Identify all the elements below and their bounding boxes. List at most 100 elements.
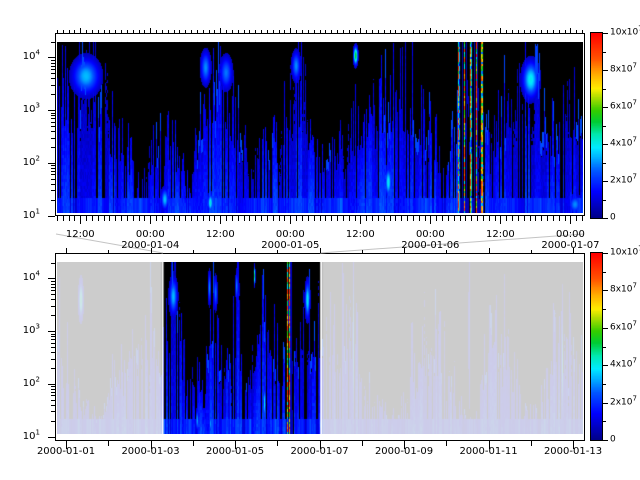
tick-mark	[115, 216, 116, 221]
tick-mark	[603, 440, 608, 441]
tick-mark	[553, 216, 554, 221]
colorbar-tick-label: 0	[610, 436, 616, 445]
tick-mark	[51, 411, 55, 412]
tick-mark	[66, 248, 67, 253]
y-tick-label: 102	[6, 158, 40, 168]
tick-mark	[108, 250, 109, 253]
x-tick-time-label: 00:00	[556, 229, 585, 240]
tick-mark	[51, 400, 55, 401]
tick-mark	[133, 30, 134, 33]
tick-mark	[232, 216, 233, 221]
tick-mark	[162, 30, 163, 33]
tick-mark	[57, 30, 58, 33]
x-tick-time-label: 00:00	[416, 229, 445, 240]
tick-mark	[51, 118, 55, 119]
x-tick-time-label: 00:00	[276, 229, 305, 240]
colorbar-bottom	[590, 252, 603, 441]
tick-mark	[51, 421, 55, 422]
tick-mark	[407, 30, 408, 33]
tick-mark	[139, 216, 140, 221]
tick-mark	[104, 216, 105, 221]
tick-mark	[553, 30, 554, 33]
tick-mark	[603, 347, 606, 348]
tick-mark	[343, 216, 344, 221]
tick-mark	[273, 30, 274, 33]
tick-mark	[244, 216, 245, 221]
x-tick-time-label: 12:00	[486, 229, 515, 240]
tick-mark	[483, 216, 484, 221]
y-tick-label: 103	[6, 105, 40, 115]
tick-mark	[547, 30, 548, 33]
tick-mark	[531, 250, 532, 253]
x-tick-date-label: 2000-01-09	[375, 446, 433, 457]
tick-mark	[582, 30, 583, 33]
tick-mark	[150, 28, 151, 33]
x-tick-date-label: 2000-01-01	[37, 446, 95, 457]
tick-mark	[255, 216, 256, 221]
tick-mark	[197, 30, 198, 33]
tick-mark	[267, 30, 268, 33]
tick-mark	[489, 216, 490, 221]
tick-mark	[471, 216, 472, 221]
tick-mark	[51, 405, 55, 406]
tick-mark	[48, 216, 55, 217]
tick-mark	[495, 216, 496, 221]
tick-mark	[349, 30, 350, 33]
tick-mark	[495, 30, 496, 33]
tick-mark	[284, 216, 285, 221]
tick-mark	[290, 28, 291, 33]
tick-mark	[603, 144, 608, 145]
y-tick-label: 104	[6, 52, 40, 62]
tick-mark	[51, 359, 55, 360]
tick-mark	[518, 216, 519, 221]
colorbar-tick-label: 8x107	[610, 286, 637, 295]
tick-mark	[51, 284, 55, 285]
tick-mark	[320, 216, 321, 221]
tick-mark	[430, 216, 431, 224]
tick-mark	[573, 248, 574, 253]
tick-mark	[197, 216, 198, 221]
tick-mark	[477, 30, 478, 33]
tick-mark	[603, 309, 606, 310]
tick-mark	[244, 30, 245, 33]
tick-mark	[168, 216, 169, 221]
tick-mark	[80, 28, 81, 33]
tick-mark	[92, 30, 93, 33]
tick-mark	[92, 216, 93, 221]
tick-mark	[144, 30, 145, 33]
colorbar-tick-label: 10x107	[610, 249, 640, 258]
tick-mark	[51, 42, 55, 43]
x-tick-time-label: 00:00	[136, 229, 165, 240]
tick-mark	[209, 30, 210, 33]
tick-mark	[603, 272, 606, 273]
tick-mark	[226, 216, 227, 221]
tick-mark	[51, 168, 55, 169]
tick-mark	[446, 250, 447, 253]
tick-mark	[51, 389, 55, 390]
tick-mark	[506, 216, 507, 221]
tick-mark	[349, 216, 350, 221]
colorbar-tick-label: 10x107	[610, 29, 640, 38]
tick-mark	[51, 69, 55, 70]
tick-mark	[603, 70, 608, 71]
tick-mark	[69, 30, 70, 33]
tick-mark	[203, 216, 204, 221]
tick-mark	[51, 94, 55, 95]
tick-mark	[51, 263, 55, 264]
tick-mark	[232, 30, 233, 33]
tick-mark	[378, 216, 379, 221]
tick-mark	[302, 30, 303, 33]
tick-mark	[603, 89, 606, 90]
tick-mark	[133, 216, 134, 221]
tick-mark	[51, 171, 55, 172]
tick-mark	[500, 216, 501, 224]
tick-mark	[518, 30, 519, 33]
tick-mark	[489, 30, 490, 33]
tick-mark	[559, 30, 560, 33]
tick-mark	[51, 306, 55, 307]
tick-mark	[603, 52, 606, 53]
tick-mark	[541, 30, 542, 33]
colorbar-tick-label: 6x107	[610, 103, 637, 112]
tick-mark	[139, 30, 140, 33]
tick-mark	[249, 30, 250, 33]
